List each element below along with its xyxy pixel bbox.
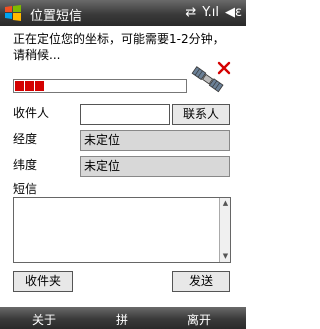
satellite-icon: [189, 60, 231, 96]
longitude-label: 经度: [13, 132, 38, 146]
input-method-pinyin[interactable]: 拼: [116, 311, 128, 328]
volume-icon[interactable]: ◀ε: [225, 4, 242, 22]
status-icons[interactable]: ⇄ Y.ıl ◀ε: [185, 4, 242, 22]
recipient-label: 收件人: [13, 106, 50, 120]
softkey-exit[interactable]: 离开: [187, 311, 211, 328]
progress-bar: [13, 79, 187, 93]
sms-label: 短信: [13, 182, 38, 196]
progress-segment: [35, 81, 44, 91]
contacts-button[interactable]: 联系人: [172, 104, 230, 125]
softkey-about[interactable]: 关于: [32, 311, 56, 328]
sms-textarea[interactable]: ▲ ▼: [13, 197, 231, 263]
progress-segment: [25, 81, 34, 91]
longitude-field: 未定位: [80, 130, 230, 151]
scroll-up-icon[interactable]: ▲: [221, 199, 230, 208]
progress-segment: [15, 81, 24, 91]
locating-message: 正在定位您的坐标，可能需要1-2分钟，请稍候...: [13, 32, 225, 62]
windows-start-icon[interactable]: [4, 4, 22, 22]
title-bar: 位置短信 ⇄ Y.ıl ◀ε: [0, 0, 246, 26]
sms-text: [14, 198, 230, 200]
window-title: 位置短信: [30, 9, 83, 24]
latitude-label: 纬度: [13, 158, 38, 172]
latitude-field: 未定位: [80, 156, 230, 177]
softkey-bar: 关于 拼 离开: [0, 307, 246, 329]
inbox-button[interactable]: 收件夹: [13, 271, 73, 292]
scroll-down-icon[interactable]: ▼: [221, 252, 230, 261]
data-connection-icon[interactable]: ⇄: [185, 4, 196, 22]
send-button[interactable]: 发送: [172, 271, 230, 292]
signal-strength-icon[interactable]: Y.ıl: [202, 4, 219, 22]
recipient-input[interactable]: [80, 104, 170, 125]
sms-scrollbar[interactable]: ▲ ▼: [219, 198, 230, 262]
